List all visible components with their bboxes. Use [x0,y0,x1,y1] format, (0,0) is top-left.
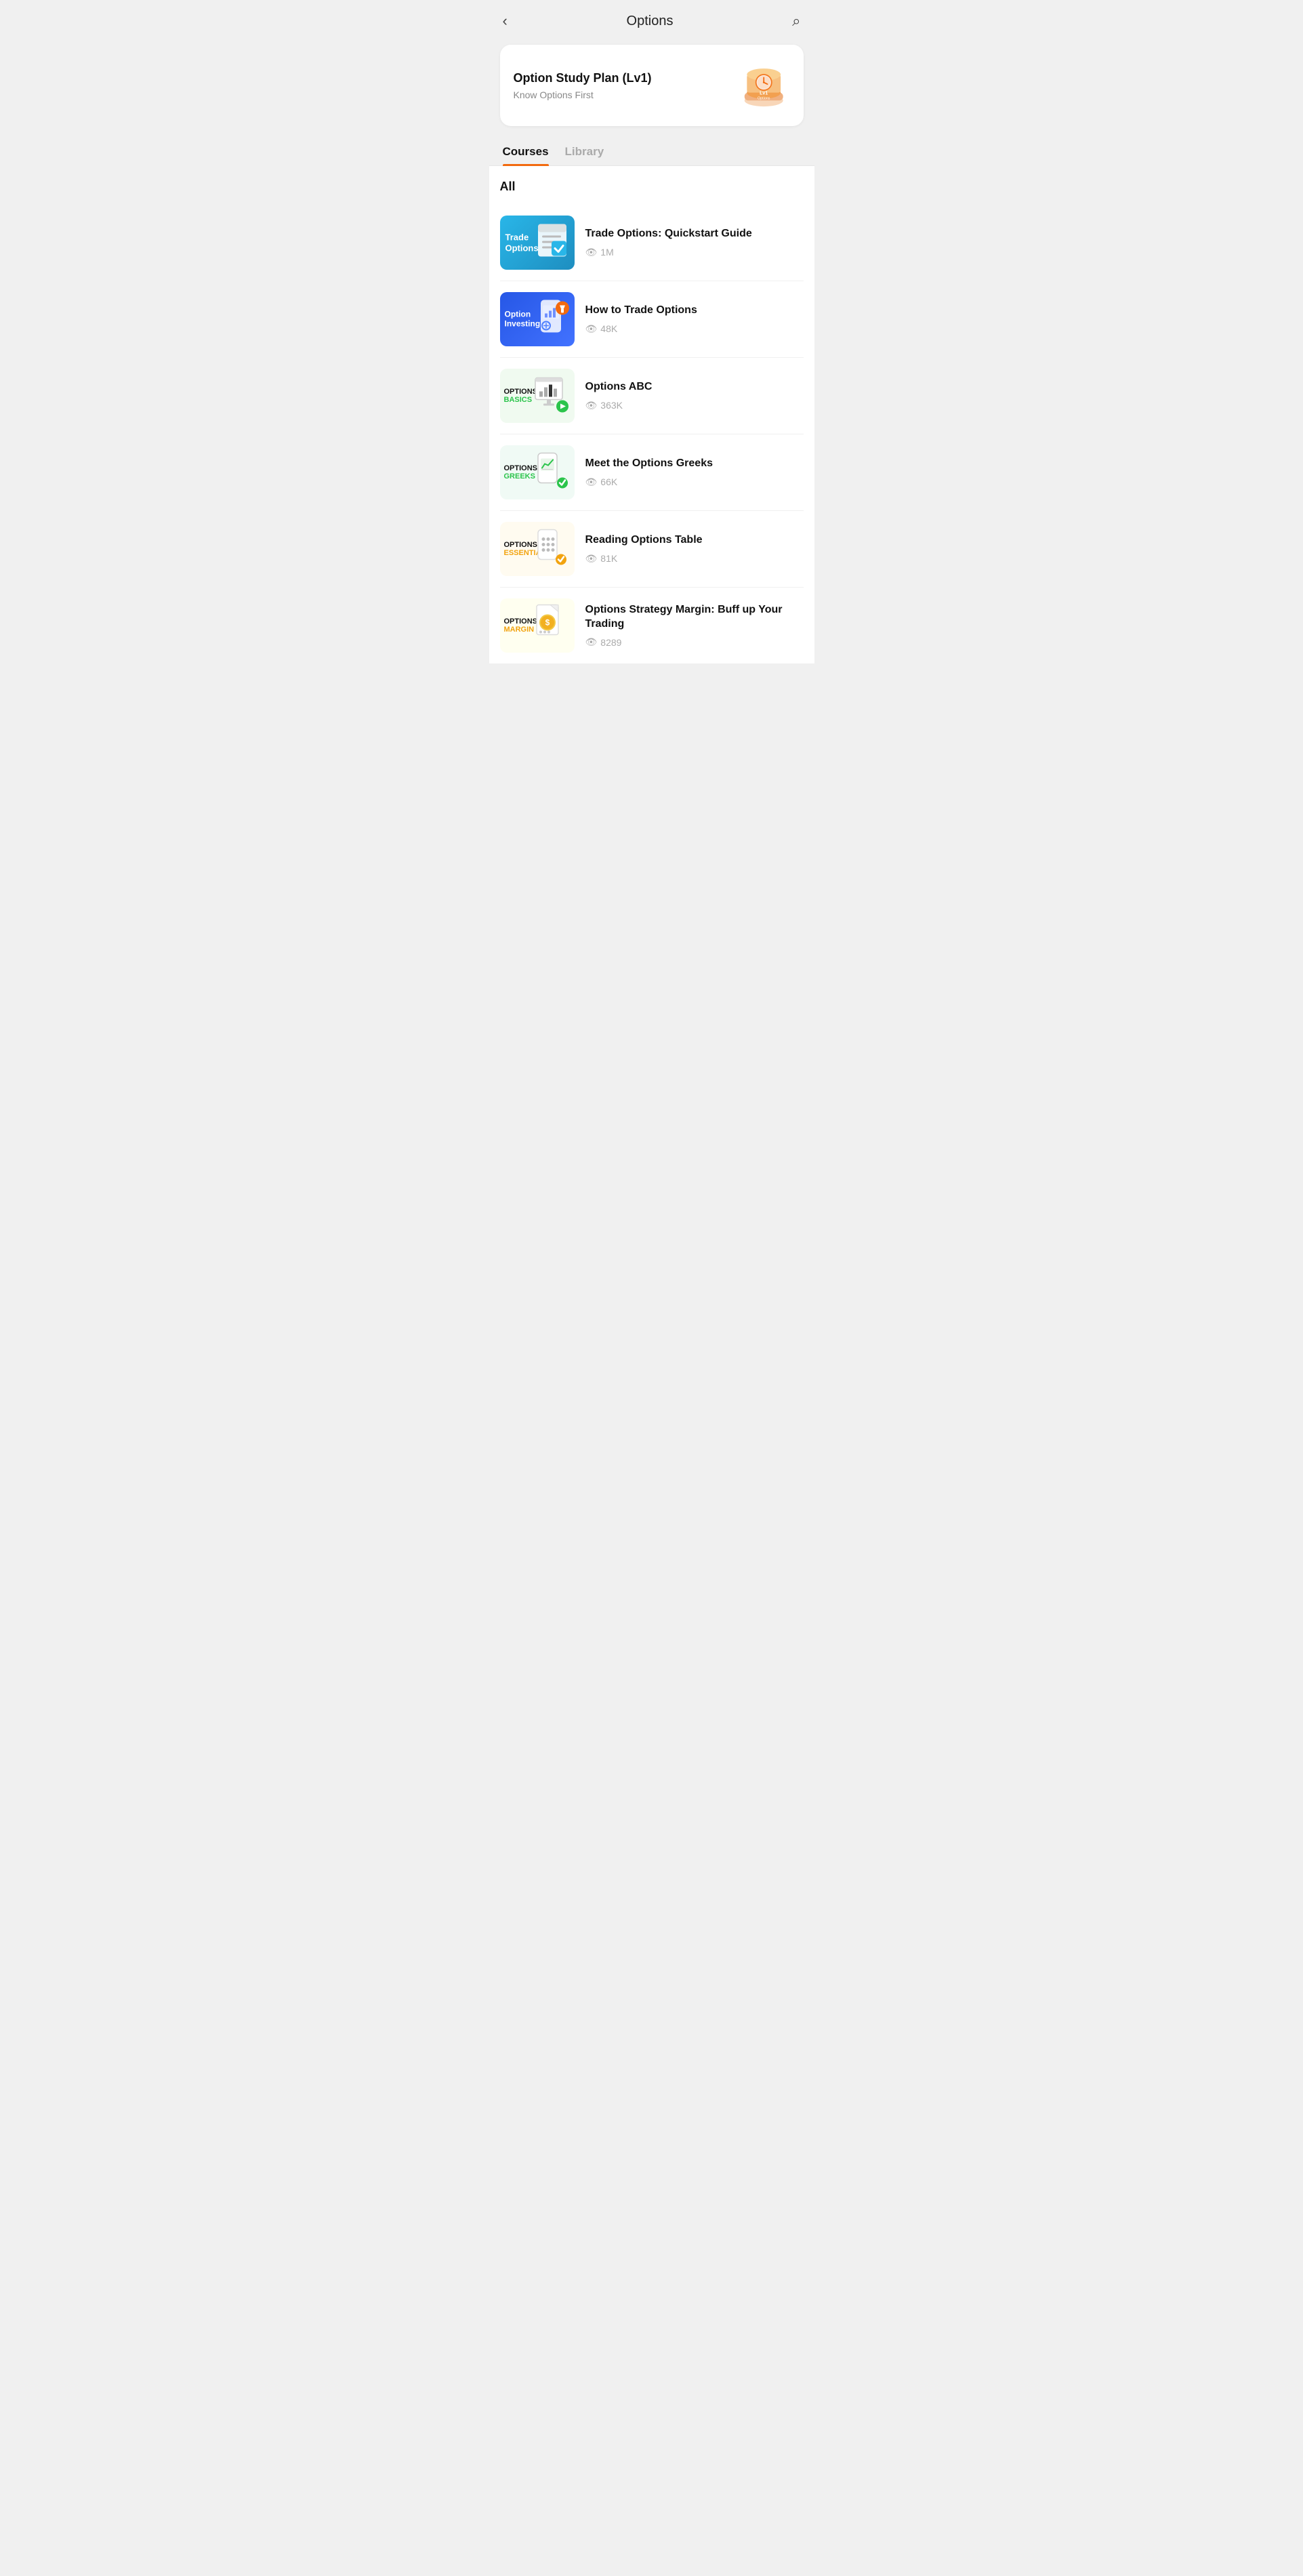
course-thumbnail: OPTIONS MARGIN $ [500,598,575,653]
course-item[interactable]: OPTIONS MARGIN $ [500,588,804,663]
course-thumbnail: OptionInvesting [500,292,575,346]
study-plan-icon: Lv1 Options [729,58,790,113]
eye-icon: 👁 [585,636,598,648]
course-views: 👁 8289 [585,636,804,648]
course-info: Options Strategy Margin: Buff up Your Tr… [585,603,804,649]
course-thumbnail: TradeOptions [500,216,575,270]
course-item[interactable]: OPTIONS BASICS [500,358,804,434]
header: ‹ Options ⌕ [489,0,814,39]
course-info: How to Trade Options 👁 48K [585,304,804,335]
course-thumbnail: OPTIONS ESSENTIALS [500,522,575,576]
eye-icon: 👁 [585,553,598,565]
course-thumbnail: OPTIONS BASICS [500,369,575,423]
tabs-bar: Courses Library [489,137,814,166]
course-views: 👁 81K [585,553,804,565]
course-info: Trade Options: Quickstart Guide 👁 1M [585,227,804,258]
course-title: Meet the Options Greeks [585,457,804,471]
course-info: Options ABC 👁 363K [585,380,804,411]
back-button[interactable]: ‹ [503,12,508,30]
search-button[interactable]: ⌕ [792,12,800,30]
eye-icon: 👁 [585,476,598,488]
course-title: Trade Options: Quickstart Guide [585,227,804,241]
section-title: All [500,180,804,194]
eye-icon: 👁 [585,247,598,258]
eye-icon: 👁 [585,400,598,411]
course-title: Reading Options Table [585,533,804,548]
course-views: 👁 1M [585,247,804,258]
course-thumbnail: OPTIONS GREEKS [500,445,575,499]
svg-text:$: $ [545,618,550,628]
eye-icon: 👁 [585,323,598,335]
course-info: Reading Options Table 👁 81K [585,533,804,565]
study-plan-title: Option Study Plan (Lv1) [514,71,652,85]
course-title: Options Strategy Margin: Buff up Your Tr… [585,603,804,632]
study-plan-banner[interactable]: Option Study Plan (Lv1) Know Options Fir… [500,45,804,126]
study-plan-text: Option Study Plan (Lv1) Know Options Fir… [514,71,652,100]
course-item[interactable]: OptionInvesting [500,281,804,358]
study-plan-subtitle: Know Options First [514,89,652,100]
course-title: How to Trade Options [585,304,804,318]
svg-text:Lv1: Lv1 [760,90,768,96]
course-list: TradeOptions [500,205,804,663]
course-item[interactable]: OPTIONS ESSENTIALS [500,511,804,588]
course-info: Meet the Options Greeks 👁 66K [585,457,804,488]
svg-text:Options: Options [758,96,770,100]
course-title: Options ABC [585,380,804,394]
content-area: All TradeOptions [489,166,814,663]
tab-courses[interactable]: Courses [503,137,549,165]
course-views: 👁 48K [585,323,804,335]
course-views: 👁 363K [585,400,804,411]
course-item[interactable]: OPTIONS GREEKS [500,434,804,511]
tab-library[interactable]: Library [565,137,604,165]
course-views: 👁 66K [585,476,804,488]
course-item[interactable]: TradeOptions [500,205,804,281]
page-title: Options [627,14,674,29]
